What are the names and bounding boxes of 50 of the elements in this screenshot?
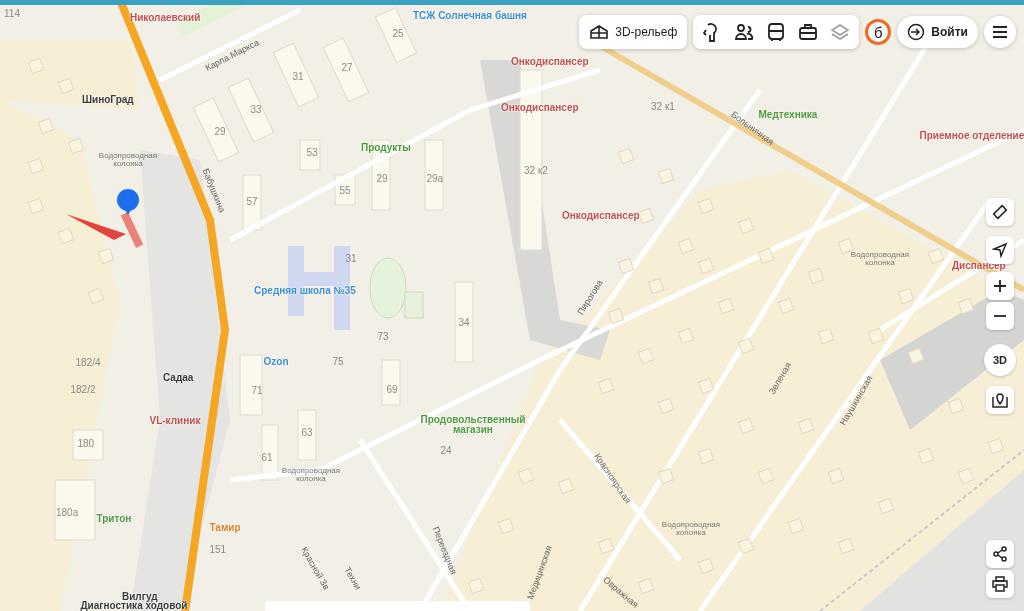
house-number: 63 <box>301 427 313 438</box>
place-name[interactable]: Вилгуд <box>122 591 158 602</box>
place-name[interactable]: Приемное отделение <box>919 130 1024 141</box>
place-name[interactable]: Садаа <box>163 372 194 383</box>
place-name[interactable]: Продукты <box>361 142 411 153</box>
3d-relief-button[interactable]: 3D-рельеф <box>579 15 688 49</box>
house-number: 29 <box>214 126 226 137</box>
house-number: 27 <box>341 62 353 73</box>
house-number: 31 <box>345 253 357 264</box>
house-number: 71 <box>251 385 263 396</box>
house-number: 34 <box>458 317 470 328</box>
house-number: 182/2 <box>70 384 96 395</box>
house-number: 32 к1 <box>651 101 675 112</box>
house-number: 55 <box>339 185 351 196</box>
house-number: 57 <box>246 196 258 207</box>
place-name[interactable]: Онкодиспансер <box>501 102 579 113</box>
house-number: 180 <box>77 438 95 449</box>
place-name[interactable]: VL-клиник <box>149 415 201 426</box>
place-name[interactable]: Ozon <box>263 356 289 367</box>
login-button[interactable]: Войти <box>897 16 978 48</box>
house-number: 24 <box>440 445 452 456</box>
place-name[interactable]: Средняя школа №35 <box>254 285 356 296</box>
house-number: 69 <box>386 384 398 395</box>
place-name[interactable]: ШиноГрад <box>82 94 134 105</box>
house-number: 75 <box>332 356 344 367</box>
map-note: Водопроводная колонка <box>660 520 722 538</box>
house-number: 29 <box>376 173 388 184</box>
map-note: Водопроводная колонка <box>97 151 159 169</box>
map-note: Водопроводная колонка <box>280 466 342 484</box>
place-name[interactable]: Тритон <box>96 513 132 524</box>
house-number: 31 <box>292 71 304 82</box>
house-number: 182/4 <box>75 357 101 368</box>
house-number: 151 <box>209 544 227 555</box>
house-number: 53 <box>306 147 318 158</box>
place-name[interactable]: Продовольственный магазин <box>408 414 538 436</box>
house-number: 32 к2 <box>524 165 548 176</box>
house-number: 29а <box>426 173 444 184</box>
house-number: 73 <box>377 331 389 342</box>
house-number: 114 <box>4 8 20 19</box>
map-note: Водопроводная колонка <box>849 250 911 268</box>
house-number: 61 <box>261 452 273 463</box>
place-name[interactable]: ТСЖ Солнечная башня <box>413 10 527 21</box>
place-name[interactable]: Тамир <box>209 522 241 533</box>
place-name[interactable]: Диспансер <box>952 260 1006 271</box>
house-number: 33 <box>250 104 262 115</box>
annotation-badge: б <box>865 19 892 45</box>
place-name[interactable]: Онкодиспансер <box>511 56 589 67</box>
house-number: 25 <box>392 28 404 39</box>
place-name[interactable]: Онкодиспансер <box>562 210 640 221</box>
house-number: 180а <box>56 507 79 518</box>
